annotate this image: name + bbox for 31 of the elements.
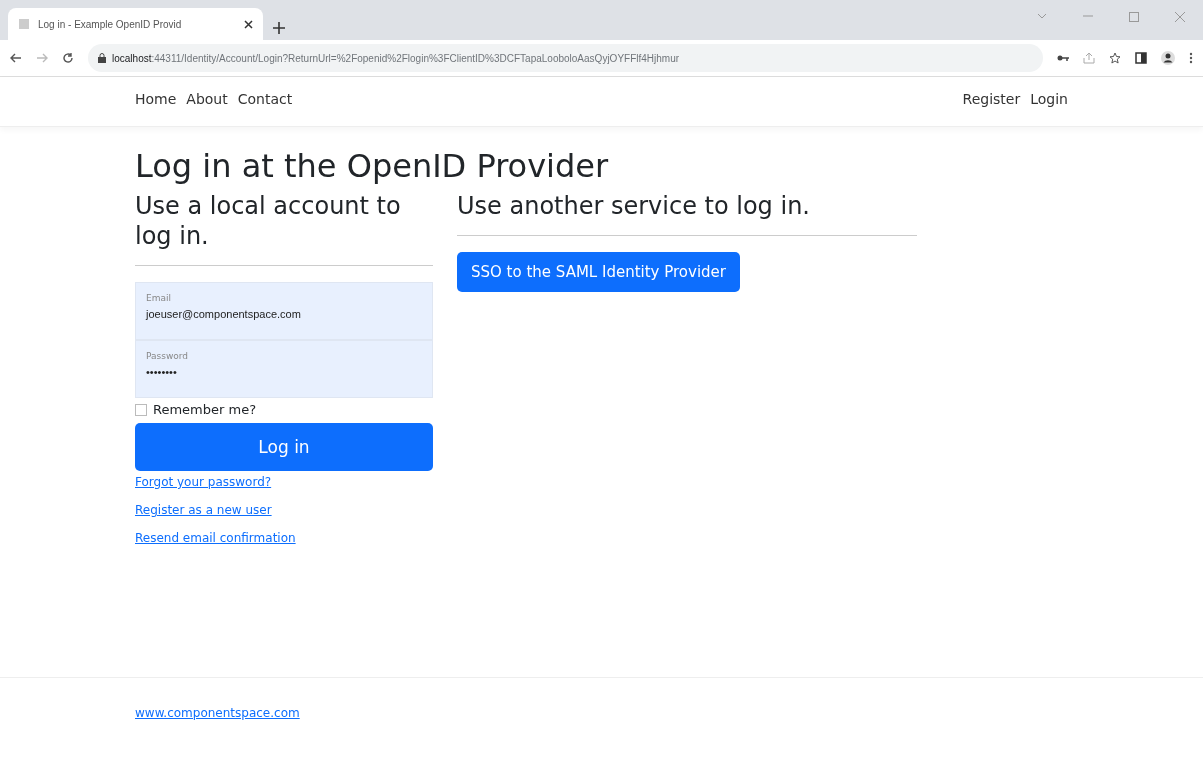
close-icon[interactable] bbox=[244, 19, 253, 29]
side-panel-icon[interactable] bbox=[1135, 52, 1147, 64]
input-field[interactable]: Password •••••••• bbox=[135, 340, 433, 398]
nav-link[interactable]: About bbox=[186, 91, 228, 126]
nav-link[interactable]: Login bbox=[1030, 91, 1068, 126]
reload-icon[interactable] bbox=[62, 52, 74, 64]
browser-tab[interactable]: Log in - Example OpenID Provid bbox=[8, 8, 263, 40]
login-button[interactable]: Log in bbox=[135, 423, 433, 471]
text-link[interactable]: Register as a new user bbox=[135, 503, 272, 517]
plus-icon[interactable] bbox=[273, 22, 285, 34]
section-heading: Use a local account to log in. bbox=[135, 191, 402, 251]
page-title: Log in at the OpenID Provider bbox=[135, 147, 610, 185]
checkbox-label: Remember me? bbox=[153, 402, 257, 417]
remember-checkbox[interactable] bbox=[135, 403, 147, 416]
key-icon[interactable] bbox=[1057, 54, 1069, 62]
section-heading: Use another service to log in. bbox=[457, 191, 811, 221]
page-icon bbox=[18, 18, 30, 30]
more-icon[interactable] bbox=[1189, 52, 1193, 64]
profile-icon[interactable] bbox=[1161, 51, 1175, 65]
nav-link[interactable]: Register bbox=[962, 91, 1021, 126]
address-bar[interactable]: localhost:44311/Identity/Account/Login?ReturnUrl=%2Fopenid%2Flogin%3FClientID%3DCFTapaLooboloAasQyjOYFFlf4Hjhmur bbox=[88, 44, 1043, 72]
text-link[interactable]: Resend email confirmation bbox=[135, 531, 296, 545]
back-icon[interactable] bbox=[10, 53, 22, 63]
star-icon[interactable] bbox=[1109, 52, 1121, 64]
text-link[interactable]: Forgot your password? bbox=[135, 475, 272, 489]
nav-link[interactable]: Contact bbox=[237, 91, 293, 126]
nav-link[interactable]: Home bbox=[135, 91, 177, 126]
input-field[interactable]: Email joeuser@componentspace.com bbox=[135, 282, 433, 340]
sso-button[interactable]: SSO to the SAML Identity Provider bbox=[457, 252, 740, 292]
footer-link[interactable]: www.componentspace.com bbox=[135, 706, 300, 720]
lock-icon bbox=[98, 53, 106, 63]
